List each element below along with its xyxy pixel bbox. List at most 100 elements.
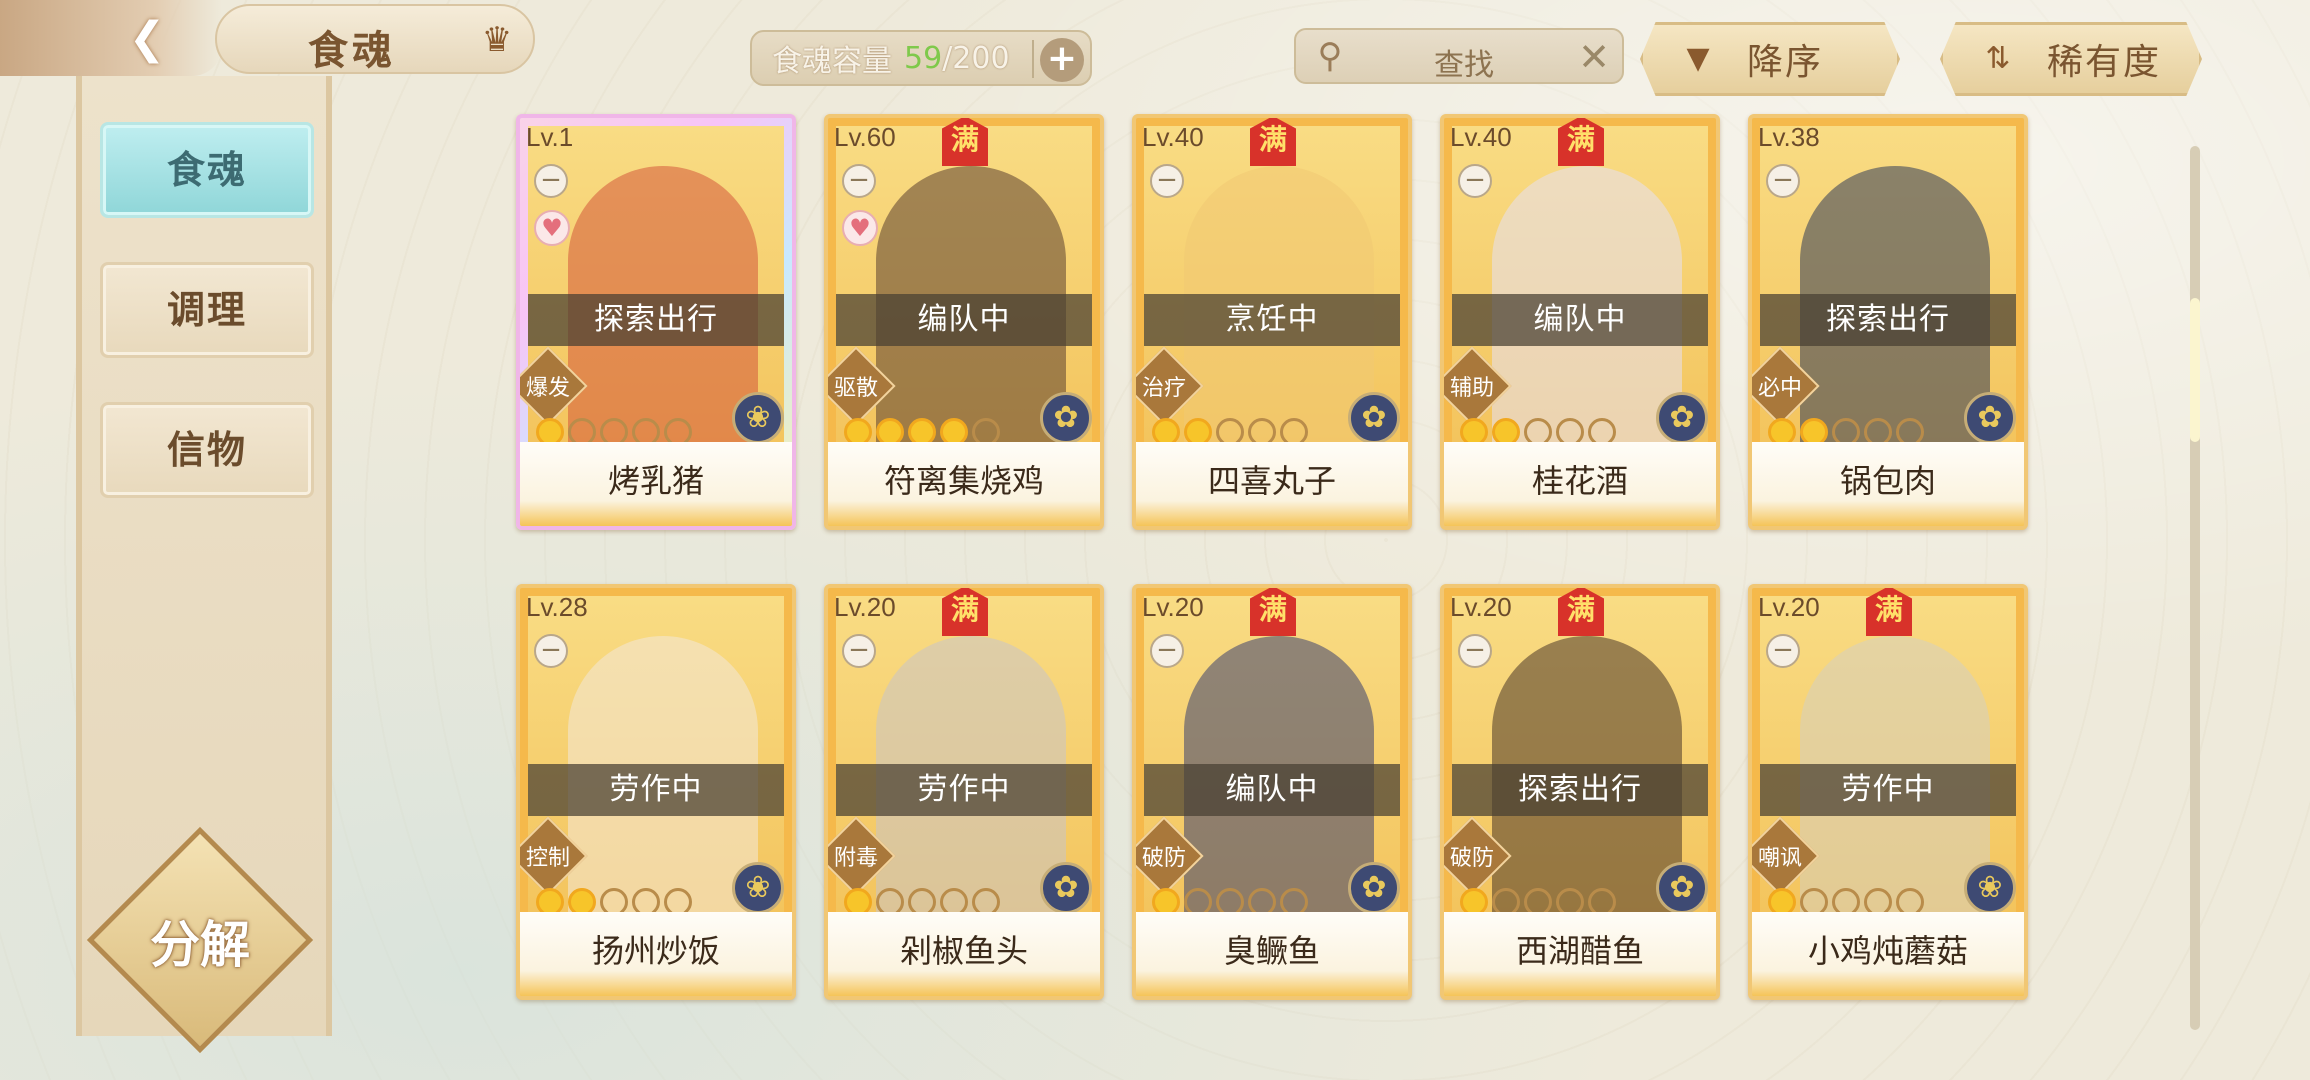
search-placeholder: 查找 [1434,48,1494,83]
level-label: Lv.1 [526,122,574,152]
character-name: 臭鳜鱼 [1223,932,1320,970]
name-plate: 锅包肉 [1752,442,2024,526]
status-label: 探索出行 [528,294,784,346]
element-icon: ❀ [732,392,784,444]
status-label: 劳作中 [528,764,784,816]
minus-icon[interactable]: − [1150,164,1184,198]
food-soul-card[interactable]: Lv.40 满 − 烹饪中 治疗 ✿ 四喜丸子 [1132,114,1412,530]
sort-order-label: 降序 [1747,42,1824,83]
food-soul-card[interactable]: Lv.20 满 − 劳作中附毒 ✿ 剁椒鱼头 [824,584,1104,1000]
level-label: Lv.20 [834,592,896,622]
character-name: 烤乳猪 [607,462,704,500]
capacity-total: /200 [942,40,1010,76]
decompose-label[interactable]: 分解 [120,905,280,977]
food-soul-card[interactable]: Lv.40 满 − 编队中辅助 ✿ 桂花酒 [1440,114,1720,530]
character-name: 符离集烧鸡 [883,462,1044,500]
element-icon: ❀ [732,862,784,914]
name-plate: 西湖醋鱼 [1444,912,1716,996]
minus-icon[interactable]: − [1150,634,1184,668]
minus-icon[interactable]: − [1766,634,1800,668]
status-label: 劳作中 [836,764,1092,816]
level-label: Lv.20 [1758,592,1820,622]
level-label: Lv.40 [1142,122,1204,152]
minus-icon[interactable]: − [1458,634,1492,668]
max-badge: 满 [1558,118,1604,166]
minus-icon[interactable]: − [534,164,568,198]
character-name: 小鸡炖蘑菇 [1807,932,1968,970]
minus-icon[interactable]: − [842,164,876,198]
capacity-current: 59 [904,40,943,76]
minus-icon[interactable]: − [842,634,876,668]
capacity-display: 食魂容量 59 /200 + [750,30,1092,86]
level-label: Lv.38 [1758,122,1820,152]
food-soul-card[interactable]: Lv.60 满 − ♥ 编队中 驱散 ✿ 符离集烧鸡 [824,114,1104,530]
tab-food-soul[interactable]: 食魂 [100,122,314,218]
name-plate: 桂花酒 [1444,442,1716,526]
element-icon: ✿ [1040,862,1092,914]
role-label: 治疗 [1141,376,1186,401]
status-label: 探索出行 [1760,294,2016,346]
food-soul-grid: Lv.1− ♥ 探索出行 爆发 ❀ 烤乳猪 Lv.60 满 − ♥ 编队中 驱散 ✿ 符离集烧鸡 Lv.40… [516,114,2036,1004]
role-label: 辅助 [1449,376,1494,401]
heart-icon[interactable]: ♥ [534,210,570,246]
clear-icon[interactable]: ✕ [1578,34,1610,80]
food-soul-card[interactable]: Lv.1 − ♥ 探索出行 爆发 ❀ 烤乳猪 [516,114,796,530]
back-arrow-icon[interactable]: ❮ [120,12,174,66]
food-soul-card[interactable]: Lv.20 满 − 劳作中 嘲讽 ❀ 小鸡炖蘑菇 [1748,584,2028,1000]
name-plate: 四喜丸子 [1136,442,1408,526]
heart-icon[interactable]: ♥ [842,210,878,246]
page-title: 食魂 [308,28,396,74]
element-icon: ✿ [1348,392,1400,444]
triangle-down-icon: ▼ [1686,41,1710,76]
divider [1032,40,1034,78]
role-label: 嘲讽 [1757,846,1802,871]
element-icon: ✿ [1348,862,1400,914]
food-soul-card[interactable]: Lv.28 − 劳作中 控制 ❀ 扬州炒饭 [516,584,796,1000]
crown-icon[interactable]: ♛ [475,20,519,60]
element-icon: ✿ [1964,392,2016,444]
scrollbar[interactable] [2190,146,2200,1030]
sort-order-button[interactable]: ▼ 降序 [1640,22,1900,96]
top-title-bar: ❮ 食魂 ♛ [0,0,540,76]
minus-icon[interactable]: − [1458,164,1492,198]
max-badge: 满 [1866,588,1912,636]
food-soul-card[interactable]: Lv.20 满 − 编队中 破防 ✿ 臭鳜鱼 [1132,584,1412,1000]
character-name: 桂花酒 [1531,462,1628,500]
level-label: Lv.40 [1450,122,1512,152]
role-label: 附毒 [833,846,878,871]
status-label: 编队中 [1452,294,1708,346]
sort-key-label: 稀有度 [2047,42,2162,83]
sort-key-button[interactable]: ⇅ 稀有度 [1940,22,2202,96]
name-plate: 扬州炒饭 [520,912,792,996]
max-badge: 满 [1250,588,1296,636]
swap-icon: ⇅ [1985,41,2011,76]
element-icon: ✿ [1656,392,1708,444]
tab-cooking[interactable]: 调理 [100,262,314,358]
character-name: 剁椒鱼头 [899,932,1028,970]
max-badge: 满 [1250,118,1296,166]
name-plate: 臭鳜鱼 [1136,912,1408,996]
search-input[interactable]: ⚲ 查找 ✕ [1294,28,1624,84]
level-label: Lv.60 [834,122,896,152]
character-name: 四喜丸子 [1207,462,1336,500]
name-plate: 剁椒鱼头 [828,912,1100,996]
character-name: 扬州炒饭 [591,932,720,970]
character-name: 锅包肉 [1839,462,1936,500]
minus-icon[interactable]: − [1766,164,1800,198]
tab-tokens[interactable]: 信物 [100,402,314,498]
minus-icon[interactable]: − [534,634,568,668]
level-label: Lv.20 [1450,592,1512,622]
food-soul-card[interactable]: Lv.20 满 − 探索出行 破防 ✿ 西湖醋鱼 [1440,584,1720,1000]
level-label: Lv.20 [1142,592,1204,622]
role-label: 控制 [525,846,570,871]
status-label: 编队中 [1144,764,1400,816]
capacity-label: 食魂容量 [772,44,892,79]
role-label: 破防 [1449,846,1494,871]
add-capacity-button[interactable]: + [1040,38,1084,82]
food-soul-card[interactable]: Lv.38 − 探索出行 必中 ✿ 锅包肉 [1748,114,2028,530]
back-button[interactable]: ❮ [0,0,222,76]
scroll-thumb[interactable] [2190,298,2200,442]
name-plate: 烤乳猪 [520,442,792,526]
max-badge: 满 [942,588,988,636]
status-label: 编队中 [836,294,1092,346]
